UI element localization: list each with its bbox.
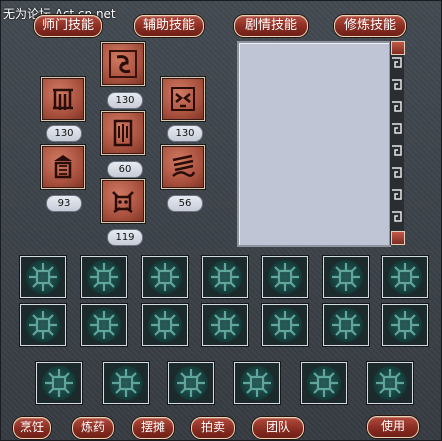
gate-rune-icon	[113, 119, 133, 147]
jade-knot-icon	[208, 260, 242, 294]
jade-knot-icon	[109, 366, 143, 400]
jade-knot-icon	[373, 366, 407, 400]
item-slot[interactable]	[323, 304, 369, 346]
item-slot[interactable]	[262, 304, 308, 346]
jade-knot-icon	[307, 366, 341, 400]
jade-knot-icon	[26, 260, 60, 294]
beast-rune-icon	[112, 191, 134, 214]
jade-knot-icon	[87, 308, 121, 342]
tab-cultivation-skills[interactable]: 修炼技能	[334, 15, 406, 37]
jade-knot-icon	[148, 308, 182, 342]
jade-knot-icon	[240, 366, 274, 400]
use-button[interactable]: 使用	[367, 416, 419, 438]
skill-level-2: 130	[46, 125, 82, 142]
alchemy-button[interactable]: 炼药	[72, 417, 114, 439]
item-slot[interactable]	[81, 256, 127, 298]
skill-tile-7[interactable]	[101, 179, 145, 223]
item-slot[interactable]	[202, 256, 248, 298]
tab-assist-skills[interactable]: 辅助技能	[134, 15, 204, 37]
jade-knot-icon	[148, 260, 182, 294]
jade-knot-icon	[208, 308, 242, 342]
auction-button[interactable]: 拍卖	[191, 417, 235, 439]
tab-story-skills[interactable]: 剧情技能	[234, 15, 308, 37]
tab-school-skills[interactable]: 师门技能	[34, 15, 102, 37]
tower-rune-icon	[54, 155, 72, 179]
jade-knot-icon	[87, 260, 121, 294]
item-slot[interactable]	[142, 304, 188, 346]
mask-rune-icon	[171, 87, 195, 111]
item-slot[interactable]	[234, 362, 280, 404]
skill-tile-5[interactable]	[41, 145, 85, 189]
greek-key-pattern	[392, 57, 402, 222]
skill-tile-6[interactable]	[161, 145, 205, 189]
item-slot[interactable]	[323, 256, 369, 298]
item-slot[interactable]	[202, 304, 248, 346]
skill-tile-2[interactable]	[41, 77, 85, 121]
item-slot[interactable]	[382, 256, 428, 298]
jade-knot-icon	[268, 260, 302, 294]
panel-scrollbar[interactable]	[390, 41, 405, 245]
jade-knot-icon	[388, 308, 422, 342]
skills-window: 无为论坛 Act.cn.net 师门技能 辅助技能 剧情技能 修炼技能 130 …	[0, 0, 442, 441]
item-slot[interactable]	[168, 362, 214, 404]
scroll-down-button[interactable]	[391, 231, 405, 245]
jade-knot-icon	[388, 260, 422, 294]
scroll-up-button[interactable]	[391, 41, 405, 55]
cooking-button[interactable]: 烹饪	[13, 417, 51, 439]
jade-knot-icon	[26, 308, 60, 342]
skill-level-3: 60	[107, 161, 143, 178]
skill-tile-4[interactable]	[161, 77, 205, 121]
claw-rune-icon	[53, 88, 73, 110]
jade-knot-icon	[174, 366, 208, 400]
item-slot[interactable]	[20, 304, 66, 346]
team-button[interactable]: 团队	[252, 417, 304, 439]
item-slot[interactable]	[142, 256, 188, 298]
item-slot[interactable]	[36, 362, 82, 404]
stall-button[interactable]: 摆摊	[132, 417, 174, 439]
skill-tile-3[interactable]	[101, 111, 145, 155]
skill-description-panel	[237, 41, 391, 247]
skill-tile-1[interactable]	[101, 42, 145, 86]
jade-knot-icon	[329, 260, 363, 294]
skill-level-6: 56	[167, 195, 203, 212]
scroll-rune-icon	[109, 50, 137, 78]
jade-knot-icon	[329, 308, 363, 342]
item-slot[interactable]	[81, 304, 127, 346]
item-slot[interactable]	[382, 304, 428, 346]
wave-rune-icon	[172, 154, 196, 177]
jade-knot-icon	[268, 308, 302, 342]
item-slot[interactable]	[103, 362, 149, 404]
item-slot[interactable]	[20, 256, 66, 298]
skill-level-1: 130	[107, 92, 143, 109]
item-slot[interactable]	[262, 256, 308, 298]
skill-level-4: 130	[167, 125, 203, 142]
jade-knot-icon	[42, 366, 76, 400]
skill-level-5: 93	[46, 195, 82, 212]
item-slot[interactable]	[301, 362, 347, 404]
skill-level-7: 119	[107, 229, 143, 246]
item-slot[interactable]	[367, 362, 413, 404]
